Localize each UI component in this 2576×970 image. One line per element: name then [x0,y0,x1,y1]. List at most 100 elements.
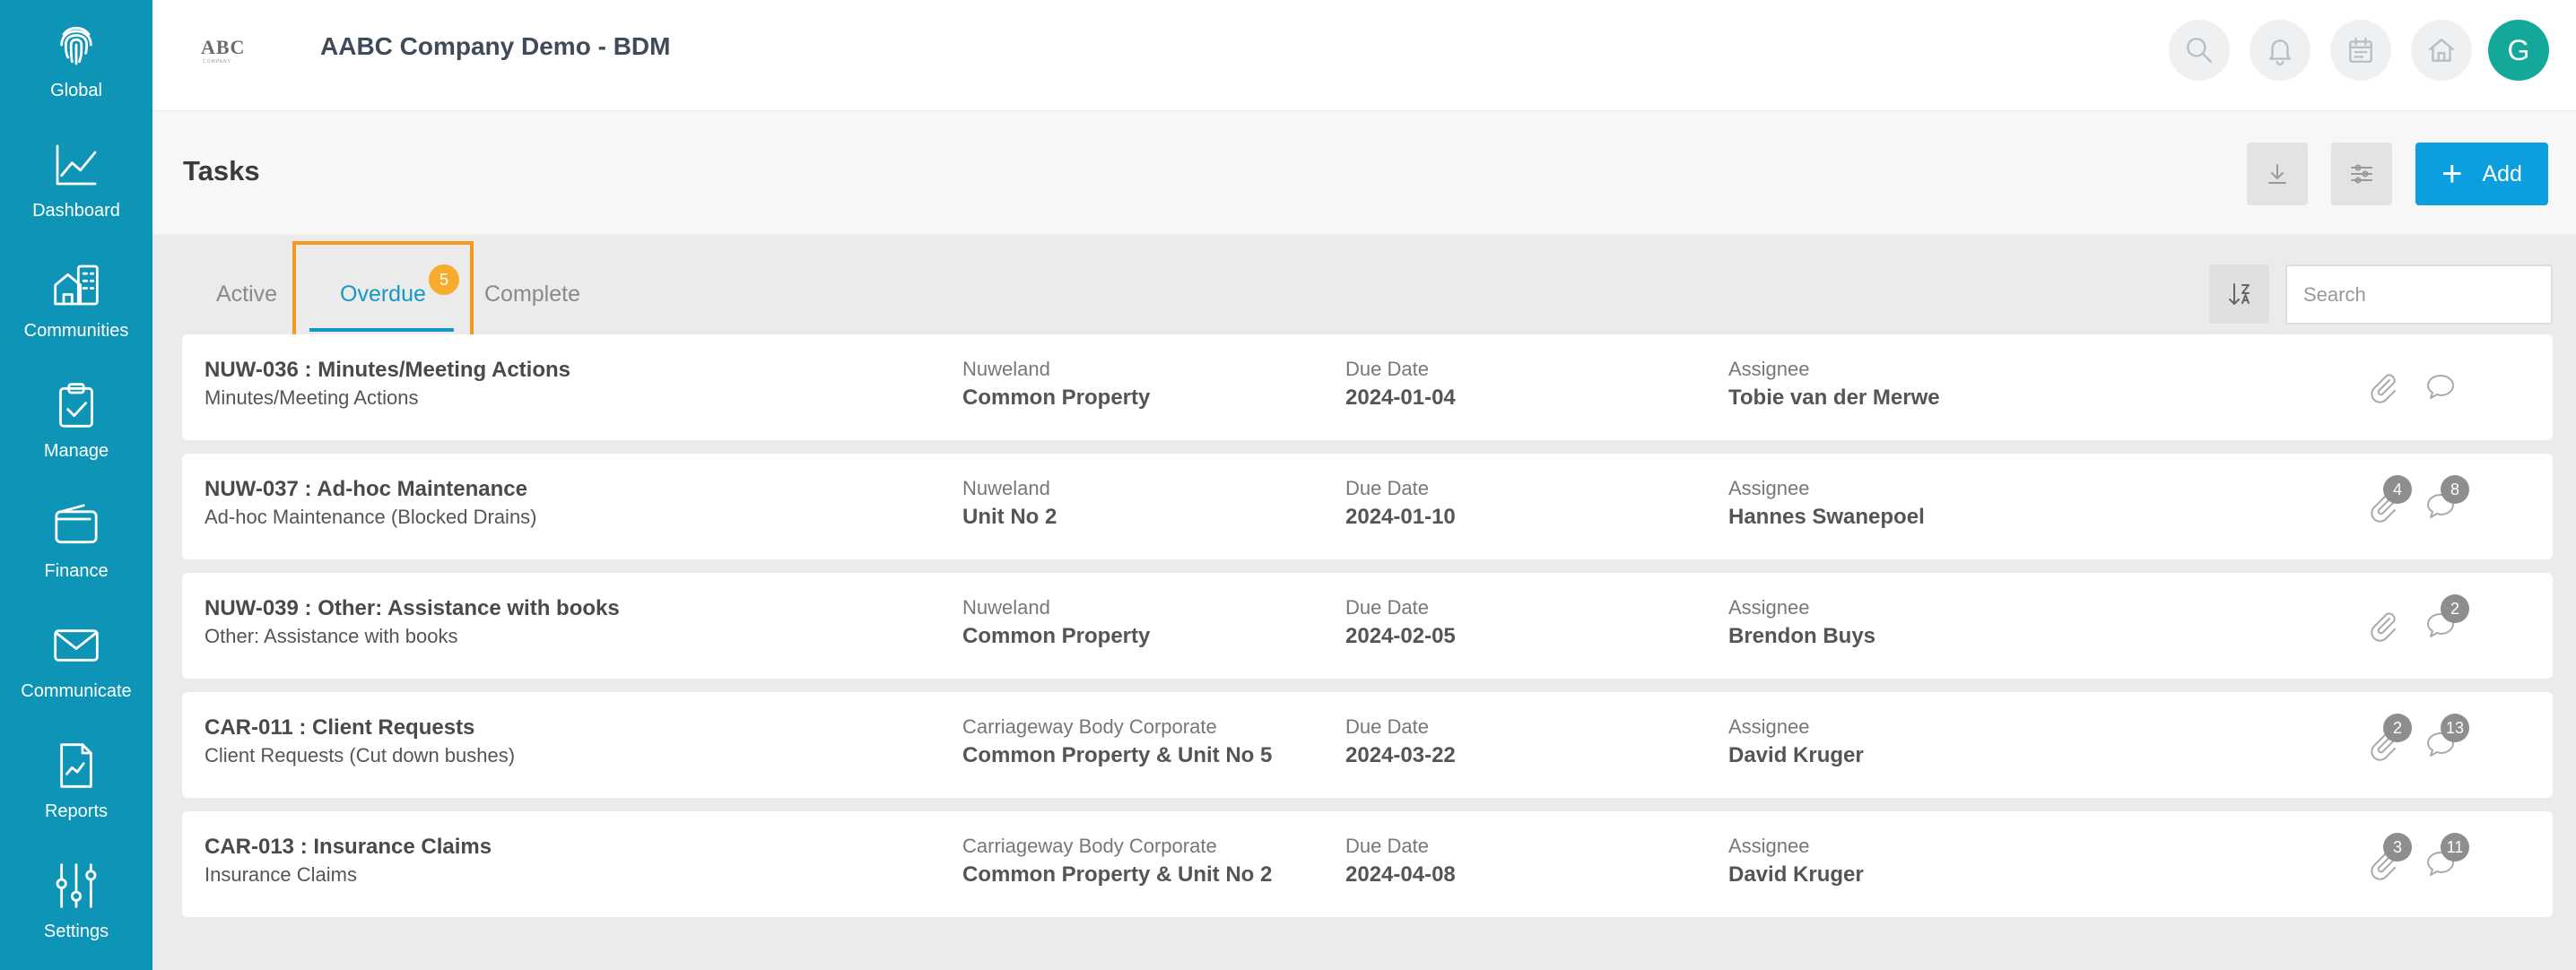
search-input[interactable] [2285,264,2553,325]
filter-button[interactable] [2331,143,2392,205]
search-icon [2187,38,2212,63]
task-subtitle: Ad-hoc Maintenance (Blocked Drains) [205,506,537,528]
task-unit: Common Property [962,385,1151,410]
attachments-button[interactable]: 3 [2365,833,2412,881]
sidebar-item-dashboard[interactable]: Dashboard [0,120,152,240]
assignee-label: Assignee [1728,715,1810,738]
sidebar-item-manage[interactable]: Manage [0,360,152,481]
logo-text: ABC [201,36,246,58]
sidebar-item-settings[interactable]: Settings [0,841,152,961]
attachments-button[interactable] [2365,368,2401,404]
attachments-button[interactable]: 4 [2365,475,2412,524]
sidebar-item-label: Dashboard [32,200,120,221]
comments-button[interactable]: 11 [2423,833,2469,881]
tab-active[interactable]: Active [216,281,277,307]
task-title[interactable]: NUW-036 : Minutes/Meeting Actions [205,358,570,383]
due-date-value: 2024-01-10 [1345,505,1456,529]
task-community: Carriageway Body Corporate [962,835,1217,857]
sidebar-item-label: Communities [23,320,129,341]
task-title[interactable]: CAR-013 : Insurance Claims [205,835,492,860]
sidebar-item-label: Reports [44,801,109,821]
comment-count: 2 [2441,594,2469,623]
attachment-count: 4 [2383,475,2412,504]
task-row[interactable]: CAR-013 : Insurance Claims Insurance Clai… [182,811,2553,917]
add-button[interactable]: + Add [2415,143,2548,205]
bell-icon [2269,39,2291,65]
sort-icon [2228,283,2250,305]
tab-complete[interactable]: Complete [484,281,580,307]
top-header: ABC COMPANY AABC Company Demo - BDM G [152,0,2576,111]
home-button[interactable] [2411,20,2472,81]
attachments-button[interactable] [2365,607,2401,643]
comment-icon [2427,375,2454,399]
task-title[interactable]: NUW-037 : Ad-hoc Maintenance [205,477,527,502]
download-button[interactable] [2247,143,2308,205]
sidebar-item-label: Settings [43,921,109,941]
report-icon [60,742,92,788]
due-date-label: Due Date [1345,358,1429,380]
sidebar-item-communities[interactable]: Communities [0,240,152,360]
sidebar-item-global[interactable]: Global [0,0,152,120]
task-community: Carriageway Body Corporate [962,715,1217,738]
task-community: Nuweland [962,477,1050,499]
comments-button[interactable]: 8 [2423,475,2469,524]
add-button-label: Add [2482,160,2522,186]
assignee-value: Hannes Swanepoel [1728,505,1925,529]
task-subtitle: Insurance Claims [205,863,357,886]
task-unit: Common Property & Unit No 2 [962,862,1273,887]
envelope-icon [54,628,99,662]
notifications-button[interactable] [2250,20,2311,81]
calendar-button[interactable] [2330,20,2391,81]
comments-button[interactable]: 13 [2423,714,2470,762]
task-row[interactable]: CAR-011 : Client Requests Client Requests… [182,692,2553,798]
due-date-label: Due Date [1345,596,1429,619]
sliders-icon [56,862,97,908]
sort-button[interactable] [2209,264,2269,324]
due-date-value: 2024-01-04 [1345,385,1456,410]
task-unit: Unit No 2 [962,505,1057,529]
due-date-value: 2024-02-05 [1345,624,1456,648]
assignee-value: David Kruger [1728,862,1864,887]
task-title[interactable]: NUW-039 : Other: Assistance with books [205,596,620,621]
task-row[interactable]: NUW-039 : Other: Assistance with books Ot… [182,573,2553,679]
task-unit: Common Property [962,624,1151,648]
search-button[interactable] [2169,20,2230,81]
comment-count: 8 [2441,475,2469,504]
sidebar-item-label: Finance [44,560,109,581]
page-title: Tasks [183,155,260,186]
comments-button[interactable] [2423,368,2459,404]
sidebar: Global Dashboard Communities Manage Fina… [0,0,152,970]
task-subtitle: Minutes/Meeting Actions [205,386,419,409]
due-date-label: Due Date [1345,835,1429,857]
user-avatar[interactable]: G [2488,20,2549,81]
fingerprint-icon [60,26,92,65]
task-title[interactable]: CAR-011 : Client Requests [205,715,474,740]
attachment-count: 2 [2383,714,2412,742]
task-community: Nuweland [962,596,1050,619]
assignee-value: David Kruger [1728,743,1864,767]
calendar-icon [2349,38,2372,63]
assignee-value: Brendon Buys [1728,624,1876,648]
buildings-icon [54,264,99,305]
due-date-value: 2024-04-08 [1345,862,1456,887]
due-date-label: Due Date [1345,477,1429,499]
attachments-button[interactable]: 2 [2365,714,2412,762]
sidebar-item-reports[interactable]: Reports [0,721,152,841]
task-row[interactable]: NUW-037 : Ad-hoc Maintenance Ad-hoc Maint… [182,454,2553,559]
download-icon [2268,164,2286,184]
company-logo[interactable]: ABC COMPANY [201,34,258,66]
paperclip-icon [2371,612,2396,642]
task-row[interactable]: NUW-036 : Minutes/Meeting Actions Minutes… [182,334,2553,440]
comments-button[interactable]: 2 [2423,594,2469,643]
attachment-count: 3 [2383,833,2412,862]
logo-subtext: COMPANY [203,59,231,65]
sidebar-item-label: Global [50,80,102,100]
due-date-label: Due Date [1345,715,1429,738]
sidebar-item-finance[interactable]: Finance [0,481,152,601]
comment-count: 13 [2441,714,2470,742]
task-community: Nuweland [962,358,1050,380]
sidebar-item-communicate[interactable]: Communicate [0,601,152,721]
paperclip-icon [2371,374,2396,403]
assignee-value: Tobie van der Merwe [1728,385,1940,410]
app-title: AABC Company Demo - BDM [320,32,671,60]
